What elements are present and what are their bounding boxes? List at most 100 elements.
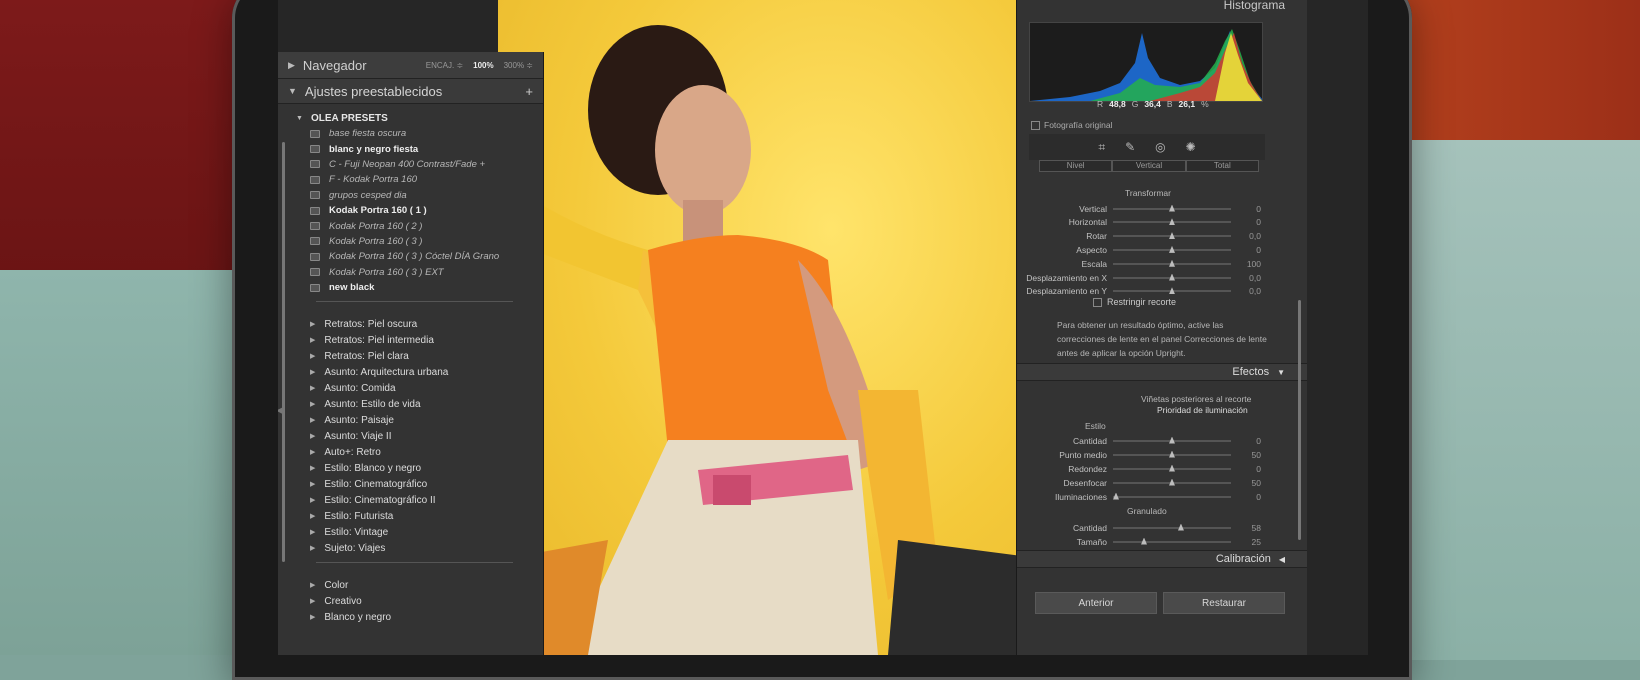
slider-row[interactable]: Rotar 0,0: [1025, 230, 1267, 243]
checkbox[interactable]: [1093, 297, 1102, 307]
slider-value[interactable]: 0: [1231, 204, 1261, 214]
slider-value[interactable]: 50: [1231, 450, 1261, 460]
slider-knob[interactable]: [1169, 204, 1175, 212]
preset-folder[interactable]: ▶ Auto+: Retro: [296, 444, 543, 460]
zoom-fit-option[interactable]: ENCAJ. ≑: [426, 61, 463, 70]
zoom-100-option[interactable]: 100%: [473, 61, 493, 70]
slider-track[interactable]: [1113, 259, 1231, 267]
preset-item[interactable]: base fiesta oscura: [296, 126, 543, 141]
preset-folder[interactable]: ▶ Color: [296, 577, 543, 593]
slider-value[interactable]: 0,0: [1231, 231, 1261, 241]
navigator-header[interactable]: ▶ Navegador ENCAJ. ≑ 100% 300% ≑: [278, 52, 543, 79]
slider-value[interactable]: 0: [1231, 217, 1261, 227]
presets-header[interactable]: ▼ Ajustes preestablecidos +: [278, 79, 543, 104]
preset-folder[interactable]: ▶ Sujeto: Viajes: [296, 540, 543, 556]
upright-tab[interactable]: Vertical: [1112, 160, 1186, 172]
preset-item[interactable]: C - Fuji Neopan 400 Contrast/Fade +: [296, 157, 543, 172]
upright-tab[interactable]: Nivel: [1039, 160, 1113, 172]
preset-item[interactable]: Kodak Portra 160 ( 2 ): [296, 218, 543, 233]
slider-knob[interactable]: [1141, 537, 1147, 545]
preset-folder[interactable]: ▶ Blanco y negro: [296, 609, 543, 625]
slider-knob[interactable]: [1169, 436, 1175, 444]
preset-folder[interactable]: ▶ Retratos: Piel oscura: [296, 316, 543, 332]
preset-item[interactable]: Kodak Portra 160 ( 3 ) Cóctel DÍA Grano: [296, 249, 543, 264]
preset-folder[interactable]: ▶ Estilo: Vintage: [296, 524, 543, 540]
slider-value[interactable]: 0: [1231, 464, 1261, 474]
slider-track[interactable]: [1113, 492, 1231, 500]
slider-row[interactable]: Aspecto 0: [1025, 243, 1267, 256]
slider-row[interactable]: Cantidad 58: [1025, 521, 1267, 534]
slider-value[interactable]: 0: [1231, 492, 1261, 502]
slider-row[interactable]: Desenfocar 50: [1025, 476, 1267, 489]
slider-row[interactable]: Punto medio 50: [1025, 448, 1267, 461]
preset-item[interactable]: grupos cesped dia: [296, 188, 543, 203]
slider-track[interactable]: [1113, 232, 1231, 240]
slider-row[interactable]: Cantidad 0: [1025, 434, 1267, 447]
healing-brush-icon[interactable]: ✎: [1125, 140, 1135, 154]
calibration-panel-header[interactable]: Calibración ◀: [1017, 550, 1307, 568]
photo-canvas[interactable]: [498, 0, 1053, 655]
slider-value[interactable]: 100: [1231, 259, 1261, 269]
preset-folder[interactable]: ▶ Retratos: Piel clara: [296, 348, 543, 364]
slider-value[interactable]: 0: [1231, 436, 1261, 446]
vignette-style-select[interactable]: Prioridad de iluminación: [1157, 405, 1248, 415]
red-eye-icon[interactable]: ◎: [1155, 140, 1165, 154]
right-scrollbar[interactable]: [1298, 300, 1301, 540]
slider-knob[interactable]: [1169, 450, 1175, 458]
preset-group-olea[interactable]: ▼ OLEA PRESETS: [296, 110, 543, 126]
restrict-crop-toggle[interactable]: Restringir recorte: [1093, 297, 1176, 307]
slider-track[interactable]: [1113, 218, 1231, 226]
slider-value[interactable]: 0: [1231, 245, 1261, 255]
slider-track[interactable]: [1113, 464, 1231, 472]
slider-knob[interactable]: [1169, 287, 1175, 295]
left-panel-toggle-icon[interactable]: ◀: [278, 405, 283, 416]
slider-track[interactable]: [1113, 436, 1231, 444]
preset-item[interactable]: F - Kodak Portra 160: [296, 172, 543, 187]
slider-value[interactable]: 25: [1231, 537, 1261, 547]
effects-panel-header[interactable]: Efectos ▼: [1017, 363, 1307, 381]
slider-knob[interactable]: [1169, 464, 1175, 472]
slider-knob[interactable]: [1177, 523, 1184, 531]
original-photo-toggle[interactable]: Fotografía original: [1031, 120, 1113, 130]
preset-folder[interactable]: ▶ Estilo: Futurista: [296, 508, 543, 524]
preset-folder[interactable]: ▶ Asunto: Arquitectura urbana: [296, 364, 543, 380]
previous-button[interactable]: Anterior: [1035, 592, 1157, 614]
preset-folder[interactable]: ▶ Asunto: Paisaje: [296, 412, 543, 428]
preset-item[interactable]: new black: [296, 280, 543, 295]
slider-knob[interactable]: [1169, 232, 1175, 240]
zoom-300-option[interactable]: 300% ≑: [504, 61, 533, 70]
slider-row[interactable]: Redondez 0: [1025, 462, 1267, 475]
preset-item[interactable]: Kodak Portra 160 ( 3 ) EXT: [296, 265, 543, 280]
slider-row[interactable]: Vertical 0: [1025, 202, 1267, 215]
slider-knob[interactable]: [1169, 218, 1175, 226]
preset-folder[interactable]: ▶ Retratos: Piel intermedia: [296, 332, 543, 348]
checkbox[interactable]: [1031, 120, 1040, 130]
slider-track[interactable]: [1113, 537, 1231, 545]
slider-track[interactable]: [1113, 204, 1231, 212]
slider-row[interactable]: Escala 100: [1025, 257, 1267, 270]
slider-knob[interactable]: [1113, 492, 1119, 500]
slider-value[interactable]: 50: [1231, 478, 1261, 488]
slider-track[interactable]: [1113, 273, 1231, 281]
slider-track[interactable]: [1113, 245, 1231, 253]
slider-value[interactable]: 0,0: [1231, 286, 1261, 296]
crop-icon[interactable]: ⌗: [1098, 140, 1105, 155]
slider-row[interactable]: Horizontal 0: [1025, 216, 1267, 229]
slider-value[interactable]: 58: [1231, 523, 1261, 533]
slider-knob[interactable]: [1169, 273, 1175, 281]
slider-row[interactable]: Desplazamiento en Y 0,0: [1025, 285, 1267, 298]
preset-folder[interactable]: ▶ Estilo: Cinematográfico II: [296, 492, 543, 508]
histogram-graph[interactable]: [1029, 22, 1263, 102]
add-preset-button[interactable]: +: [525, 84, 533, 99]
upright-tab[interactable]: Total: [1185, 160, 1259, 172]
reset-button[interactable]: Restaurar: [1163, 592, 1285, 614]
slider-value[interactable]: 0,0: [1231, 273, 1261, 283]
slider-knob[interactable]: [1169, 478, 1175, 486]
slider-knob[interactable]: [1169, 245, 1175, 253]
preset-item[interactable]: blanc y negro fiesta: [296, 141, 543, 156]
left-scrollbar[interactable]: [282, 142, 285, 562]
slider-row[interactable]: Tamaño 25: [1025, 535, 1267, 548]
slider-track[interactable]: [1113, 523, 1231, 531]
preset-item[interactable]: Kodak Portra 160 ( 3 ): [296, 234, 543, 249]
preset-folder[interactable]: ▶ Creativo: [296, 593, 543, 609]
